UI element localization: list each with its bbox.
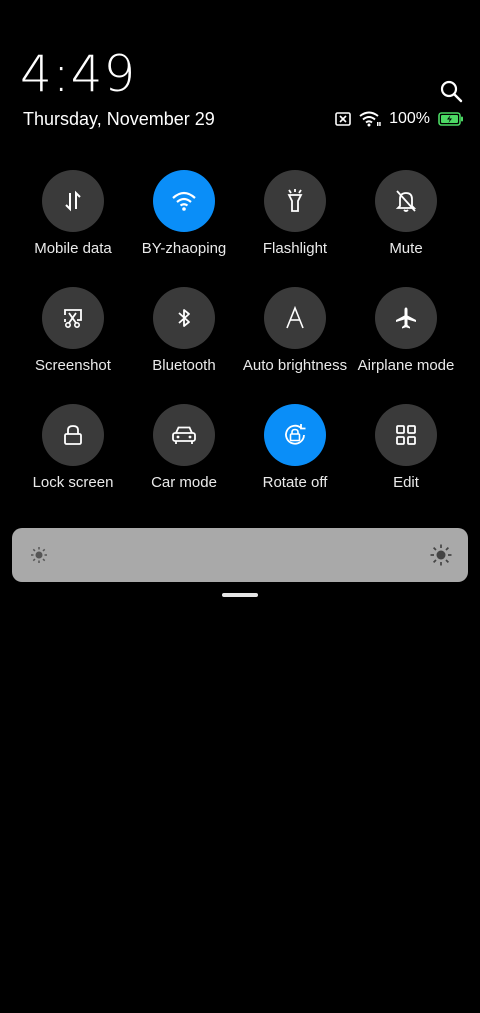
grid-icon (394, 423, 418, 447)
rotate-lock-icon (281, 421, 309, 449)
brightness-slider[interactable] (12, 528, 468, 582)
tile-screenshot-button[interactable] (42, 287, 104, 349)
tile-airplane-mode-button[interactable] (375, 287, 437, 349)
tile-bluetooth-button[interactable] (153, 287, 215, 349)
tile-label: Rotate off (262, 474, 328, 491)
tile-lock-screen[interactable]: Lock screen (13, 404, 133, 491)
tile-label: Mute (389, 240, 423, 257)
tile-flashlight[interactable]: Flashlight (235, 170, 355, 257)
tile-car-mode-button[interactable] (153, 404, 215, 466)
bell-off-icon (394, 188, 418, 214)
tile-label: Car mode (151, 474, 217, 491)
airplane-icon (394, 306, 418, 330)
battery-percent: 100% (389, 110, 430, 127)
tile-rotate-off[interactable]: Rotate off (235, 404, 355, 491)
tile-label: Lock screen (32, 474, 114, 491)
lock-icon (62, 423, 84, 447)
control-center: 4:49 Thursday, November 29 100% Mobile d… (0, 0, 480, 1013)
tile-label: Airplane mode (357, 357, 455, 374)
tile-screenshot[interactable]: Screenshot (13, 287, 133, 374)
tile-wifi[interactable]: BY-zhaoping (124, 170, 244, 257)
tile-flashlight-button[interactable] (264, 170, 326, 232)
tile-label: Screenshot (35, 357, 111, 374)
auto-brightness-icon (283, 306, 307, 330)
battery-charging-icon (438, 112, 464, 126)
status-bar: 100% (335, 108, 464, 130)
date-label: Thursday, November 29 (23, 109, 215, 129)
tile-mobile-data-button[interactable] (42, 170, 104, 232)
tile-car-mode[interactable]: Car mode (124, 404, 244, 491)
tile-label: Auto brightness (242, 357, 348, 374)
bluetooth-icon (174, 306, 194, 330)
search-button[interactable] (438, 78, 464, 104)
clock-time: 4:49 (20, 45, 137, 103)
wifi-icon (359, 111, 381, 127)
tile-label: Flashlight (262, 240, 328, 257)
tile-lock-screen-button[interactable] (42, 404, 104, 466)
flashlight-icon (283, 188, 307, 214)
panel-drag-handle[interactable] (222, 593, 258, 597)
tile-mobile-data[interactable]: Mobile data (13, 170, 133, 257)
tile-auto-brightness-button[interactable] (264, 287, 326, 349)
tile-auto-brightness[interactable]: Auto brightness (235, 287, 355, 374)
sun-small-icon (30, 546, 48, 564)
tile-label: Edit (393, 474, 419, 491)
tile-edit-button[interactable] (375, 404, 437, 466)
no-sim-icon (335, 112, 351, 126)
sun-large-icon (430, 544, 452, 566)
tile-label: Bluetooth (152, 357, 216, 374)
tile-label: BY-zhaoping (141, 240, 227, 257)
tile-bluetooth[interactable]: Bluetooth (124, 287, 244, 374)
search-icon (439, 79, 463, 103)
car-icon (171, 424, 197, 446)
tile-mute[interactable]: Mute (346, 170, 466, 257)
tile-wifi-button[interactable] (153, 170, 215, 232)
mobile-data-icon (61, 189, 85, 213)
wifi-icon (171, 190, 197, 212)
tile-airplane-mode[interactable]: Airplane mode (346, 287, 466, 374)
tile-edit[interactable]: Edit (346, 404, 466, 491)
tile-mute-button[interactable] (375, 170, 437, 232)
tile-rotate-off-button[interactable] (264, 404, 326, 466)
tile-label: Mobile data (34, 240, 112, 257)
screenshot-icon (61, 306, 85, 330)
